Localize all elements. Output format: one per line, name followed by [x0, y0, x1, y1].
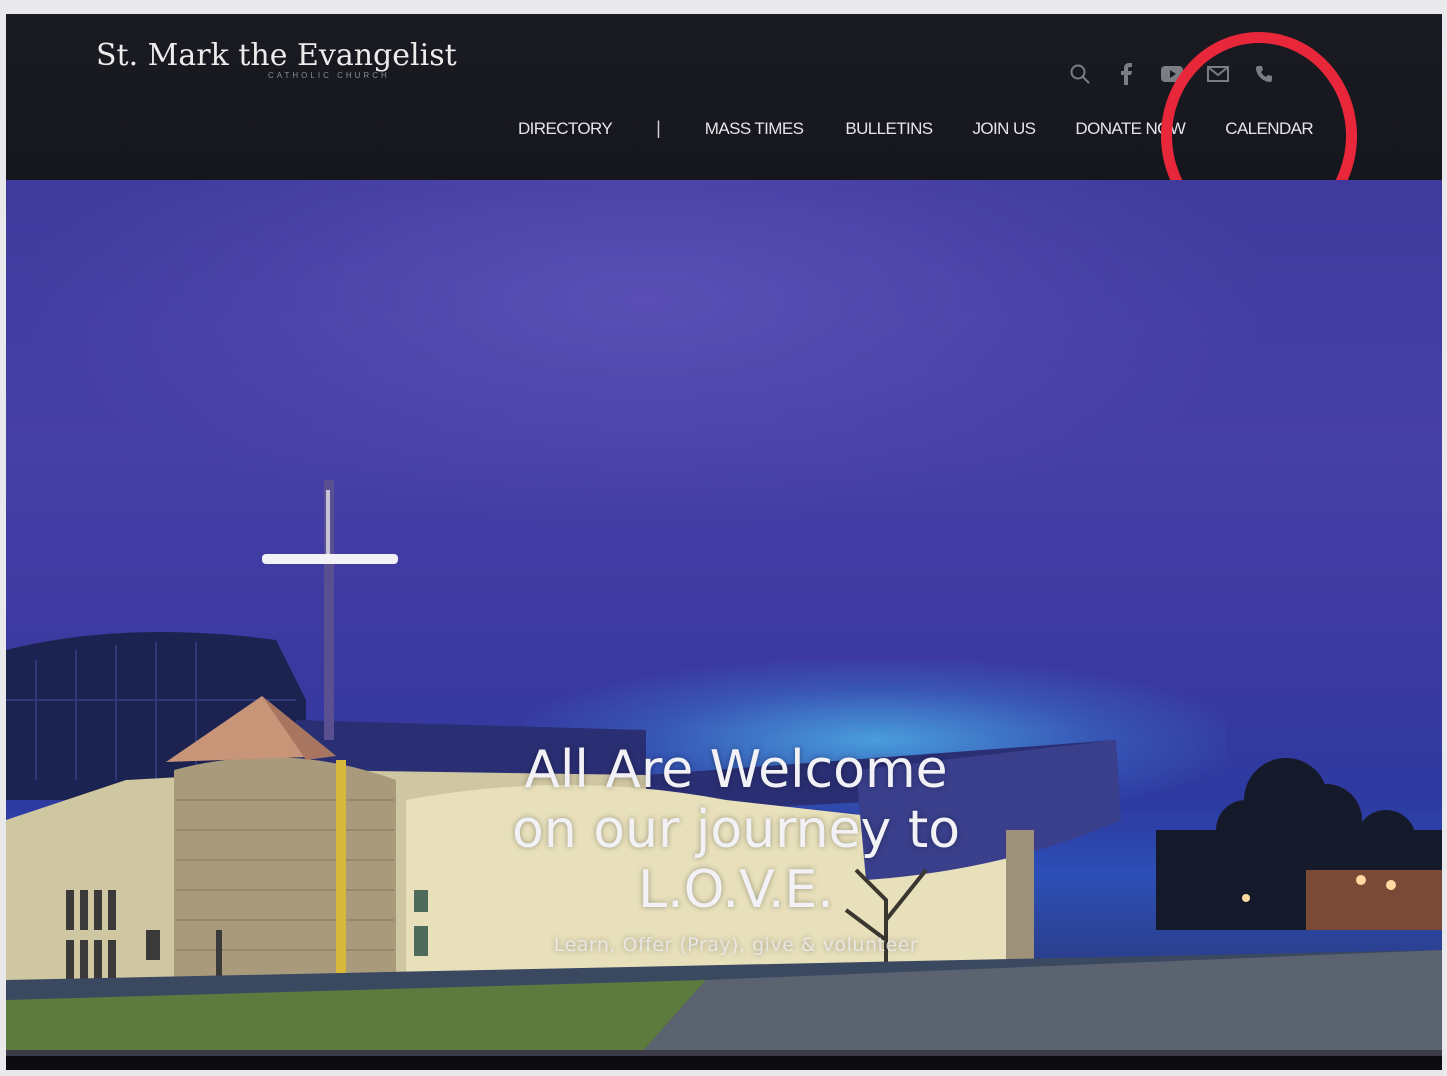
hero-tagline: Learn, Offer (Pray), give & volunteer	[553, 934, 919, 956]
hero-headline-line3: L.O.V.E.	[638, 860, 834, 920]
hero-headline-line2: on our journey to	[511, 800, 961, 860]
facebook-icon[interactable]	[1114, 62, 1138, 86]
site-title: St. Mark the Evangelist	[96, 38, 457, 73]
nav-directory[interactable]: DIRECTORY	[518, 119, 613, 139]
hero-banner: All Are Welcome on our journey to L.O.V.…	[6, 180, 1442, 1070]
site-logo[interactable]: St. Mark the Evangelist CATHOLIC CHURCH	[96, 38, 457, 80]
browser-viewport: St. Mark the Evangelist CATHOLIC CHURCH …	[6, 14, 1442, 1070]
screen-bezel	[6, 1056, 1442, 1070]
nav-separator: |	[656, 118, 661, 138]
hero-headline-line1: All Are Welcome	[524, 740, 948, 800]
nav-join-us[interactable]: JOIN US	[973, 119, 1036, 139]
nav-mass-times[interactable]: MASS TIMES	[705, 119, 804, 139]
site-header: St. Mark the Evangelist CATHOLIC CHURCH …	[6, 14, 1442, 240]
hero-text-block: All Are Welcome on our journey to L.O.V.…	[446, 740, 1026, 956]
nav-bulletins[interactable]: BULLETINS	[845, 119, 933, 139]
search-icon[interactable]	[1068, 62, 1092, 86]
